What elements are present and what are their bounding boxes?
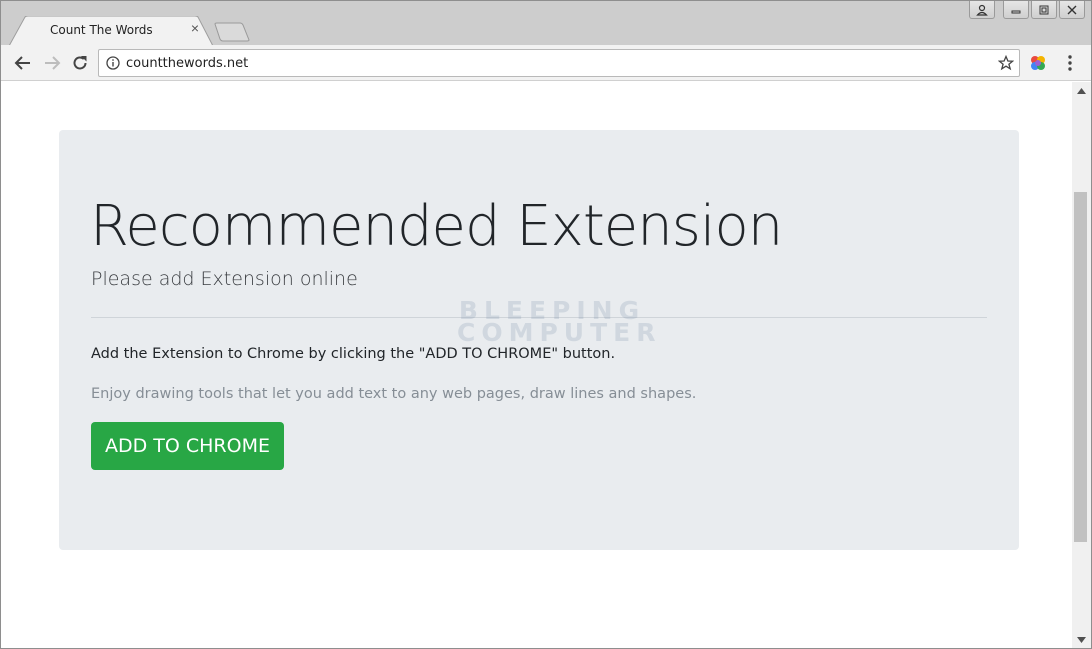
- scroll-down-button[interactable]: [1072, 631, 1091, 648]
- minimize-icon: [1011, 10, 1021, 13]
- instruction-text: Add the Extension to Chrome by clicking …: [91, 346, 616, 362]
- window-controls: [969, 1, 1085, 19]
- scroll-up-arrow-icon: [1077, 87, 1086, 94]
- profile-icon: [976, 4, 988, 16]
- reload-button[interactable]: [69, 52, 91, 74]
- minimize-button[interactable]: [1003, 1, 1029, 19]
- add-to-chrome-button[interactable]: ADD TO CHROME: [91, 422, 284, 470]
- vertical-scrollbar[interactable]: [1072, 82, 1091, 648]
- title-bar: Count The Words ×: [1, 1, 1091, 46]
- scroll-up-button[interactable]: [1072, 82, 1091, 99]
- jumbotron: Recommended Extension Please add Extensi…: [59, 130, 1019, 550]
- tab-active[interactable]: Count The Words ×: [9, 16, 214, 46]
- back-arrow-icon: [14, 56, 30, 70]
- forward-button[interactable]: [41, 52, 63, 74]
- tab-title: Count The Words: [50, 23, 153, 37]
- close-icon: [1067, 5, 1077, 14]
- extension-icon[interactable]: [1029, 54, 1047, 72]
- page-headline: Recommended Extension: [90, 194, 783, 259]
- profile-button[interactable]: [969, 1, 995, 19]
- browser-window: Count The Words × countthewords.net Reco…: [0, 0, 1092, 649]
- watermark: BLEEPING COMPUTER: [457, 298, 662, 347]
- watermark-line-2: COMPUTER: [457, 318, 662, 347]
- new-tab-button[interactable]: [214, 22, 250, 42]
- info-icon[interactable]: [106, 56, 120, 70]
- restore-icon: [1039, 5, 1049, 14]
- description-text: Enjoy drawing tools that let you add tex…: [91, 386, 697, 402]
- kebab-menu-icon[interactable]: [1063, 54, 1077, 72]
- url-text[interactable]: countthewords.net: [126, 56, 248, 71]
- browser-toolbar: countthewords.net: [1, 45, 1091, 81]
- new-tab-icon: [214, 22, 250, 42]
- scroll-thumb[interactable]: [1074, 192, 1087, 542]
- lead-text: Please add Extension online: [91, 268, 358, 290]
- tab-close-icon[interactable]: ×: [188, 21, 202, 35]
- scroll-down-arrow-icon: [1077, 636, 1086, 643]
- back-button[interactable]: [12, 52, 34, 74]
- close-window-button[interactable]: [1059, 1, 1085, 19]
- forward-arrow-icon: [45, 56, 61, 70]
- page-viewport: Recommended Extension Please add Extensi…: [1, 82, 1073, 648]
- star-icon[interactable]: [998, 55, 1014, 71]
- reload-icon: [73, 56, 87, 70]
- restore-button[interactable]: [1031, 1, 1057, 19]
- address-bar[interactable]: countthewords.net: [98, 49, 1020, 77]
